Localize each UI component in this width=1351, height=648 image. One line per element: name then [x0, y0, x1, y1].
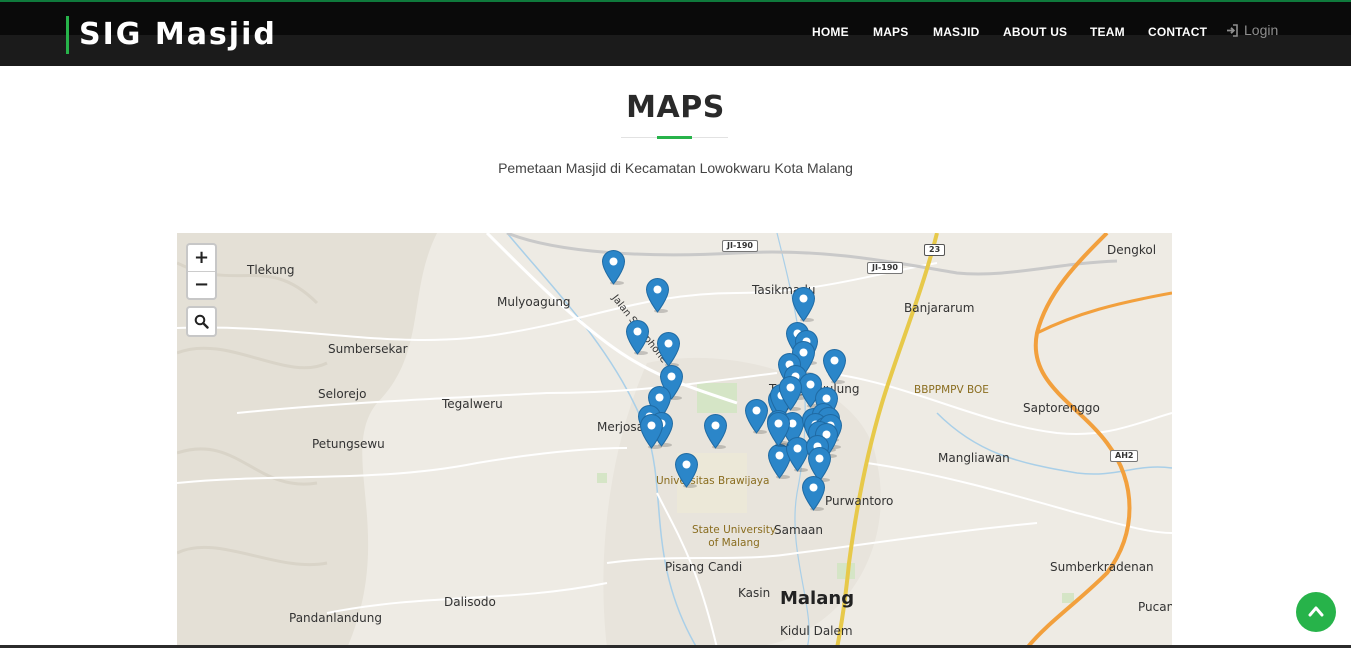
zoom-in-button[interactable]: +: [188, 245, 215, 272]
place-label: Pisang Candi: [665, 560, 743, 574]
place-label: Sumbersekar: [328, 342, 408, 356]
map-view[interactable]: Tlekung Mulyoagung Tasikmadu Banjararum …: [177, 233, 1172, 648]
place-label: BBPPMPV BOE: [914, 384, 989, 396]
page-title: MAPS: [626, 90, 725, 125]
place-label: Saptorenggo: [1023, 401, 1100, 415]
map-pin-icon[interactable]: [601, 249, 626, 285]
chevron-up-icon: [1308, 606, 1324, 617]
place-label: State University of Malang: [691, 524, 777, 549]
map-pin-icon[interactable]: [656, 331, 681, 367]
place-label: Kidul Dalem: [780, 624, 853, 638]
nav-maps[interactable]: MAPS: [873, 25, 908, 39]
page-subtitle: Pemetaan Masjid di Kecamatan Lowokwaru K…: [498, 160, 853, 176]
nav-team[interactable]: TEAM: [1090, 25, 1125, 39]
map-pin-icon[interactable]: [766, 411, 791, 447]
place-label: Samaan: [774, 523, 823, 537]
nav-about-us[interactable]: ABOUT US: [1003, 25, 1067, 39]
road-shield: 23: [924, 244, 946, 256]
nav-home[interactable]: HOME: [812, 25, 849, 39]
place-label: Banjararum: [904, 301, 975, 315]
place-label: Sumberkradenan: [1050, 560, 1154, 574]
place-label: Pucang: [1138, 600, 1172, 614]
place-label: Kasin: [738, 586, 771, 600]
navbar: SIG Masjid HOME MAPS MASJID ABOUT US TEA…: [0, 2, 1351, 66]
map-pin-icon[interactable]: [801, 475, 826, 511]
map-pin-icon[interactable]: [625, 319, 650, 355]
place-label: Purwantoro: [825, 494, 894, 508]
map-pin-icon[interactable]: [674, 452, 699, 488]
place-label: Pandanlandung: [289, 611, 382, 625]
place-label-city: Malang: [780, 588, 855, 609]
sign-in-icon: [1227, 24, 1238, 37]
map-pin-icon[interactable]: [791, 286, 816, 322]
map-pin-icon[interactable]: [645, 277, 670, 313]
login-label: Login: [1244, 22, 1279, 38]
map-pin-icon[interactable]: [778, 375, 803, 411]
map-search-button[interactable]: [186, 306, 217, 337]
back-to-top-button[interactable]: [1296, 592, 1336, 632]
road-shield: JI-190: [867, 262, 903, 274]
place-label: Tlekung: [247, 263, 295, 277]
nav-contact[interactable]: CONTACT: [1148, 25, 1207, 39]
login-link[interactable]: Login: [1226, 22, 1278, 38]
place-label: Dalisodo: [444, 595, 496, 609]
zoom-out-button[interactable]: −: [188, 272, 215, 298]
road-shield: JI-190: [722, 240, 758, 252]
place-label: Selorejo: [318, 387, 367, 401]
place-label: Mulyoagung: [497, 295, 571, 309]
search-icon: [194, 314, 209, 329]
road-shield: AH2: [1110, 450, 1139, 462]
place-label: Dengkol: [1107, 243, 1157, 257]
map-pin-icon[interactable]: [639, 413, 664, 449]
title-accent-bar: [657, 136, 692, 139]
place-label: Tegalweru: [442, 397, 503, 411]
zoom-control: + −: [186, 243, 217, 300]
nav-masjid[interactable]: MASJID: [933, 25, 980, 39]
brand-logo[interactable]: SIG Masjid: [66, 16, 277, 54]
place-label: Mangliawan: [938, 451, 1010, 465]
map-pin-icon[interactable]: [822, 348, 847, 384]
map-pin-icon[interactable]: [703, 413, 728, 449]
place-label: Petungsewu: [312, 437, 385, 451]
